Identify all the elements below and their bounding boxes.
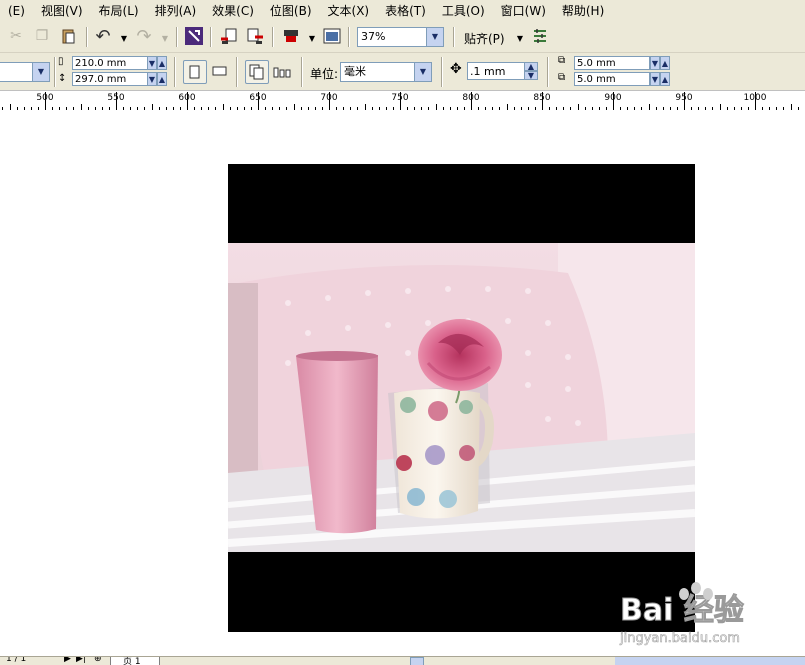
menu-bar: (E)视图(V)布局(L)排列(A)效果(C)位图(B)文本(X)表格(T)工具… — [0, 0, 805, 22]
chevron-down-icon[interactable]: ▼ — [414, 63, 431, 81]
undo-icon[interactable]: ↶ — [93, 26, 113, 46]
copy-icon[interactable]: ❐ — [32, 26, 52, 46]
landscape-button[interactable] — [210, 61, 230, 81]
property-bar: ▼ ▯ ↕ 210.0 mm ▼ ▲ 297.0 mm ▼ ▲ 单位: 毫米 ▼… — [0, 53, 805, 90]
menu-item-3[interactable]: 排列(A) — [147, 1, 205, 21]
chevron-down-icon[interactable]: ▼ — [524, 71, 538, 80]
menu-item-1[interactable]: 视图(V) — [33, 1, 91, 21]
next-page-icon[interactable]: ▶ — [64, 656, 71, 664]
chevron-down-icon[interactable]: ▼ — [147, 56, 157, 70]
ruler-tick — [400, 92, 401, 110]
toolbar-separator — [210, 27, 212, 47]
snap-to-button[interactable]: 贴齐(P) — [464, 30, 505, 47]
page-height-icon: ↕ — [58, 73, 66, 84]
horizontal-ruler[interactable]: 5005506006507007508008509009501000 — [0, 90, 805, 111]
chevron-up-icon[interactable]: ▲ — [157, 72, 167, 86]
menu-item-8[interactable]: 工具(O) — [434, 1, 493, 21]
cut-icon[interactable]: ✂ — [6, 26, 26, 46]
menu-item-2[interactable]: 布局(L) — [91, 1, 147, 21]
chevron-down-icon[interactable]: ▼ — [426, 28, 443, 46]
search-content-icon[interactable] — [184, 26, 204, 46]
zoom-level-combo[interactable]: 37% ▼ — [357, 27, 444, 47]
snap-dropdown-icon[interactable]: ▼ — [510, 28, 530, 48]
ruler-tick — [187, 92, 188, 110]
duplicate-x-input[interactable]: 5.0 mm — [574, 56, 650, 70]
toolbar-separator — [348, 27, 350, 47]
application-launcher-icon[interactable] — [281, 26, 301, 46]
toolbar-separator — [301, 57, 303, 87]
chevron-up-icon[interactable]: ▲ — [660, 56, 670, 70]
ruler-tick — [116, 92, 117, 110]
ruler-tick — [542, 92, 543, 110]
menu-item-5[interactable]: 位图(B) — [262, 1, 320, 21]
standard-toolbar: ✂ ❐ ↶ ▼ ↷ ▼ ▼ 37% ▼ 贴齐(P) ▼ — [0, 22, 805, 53]
toolbar-separator — [54, 57, 56, 87]
ruler-tick — [684, 92, 685, 110]
welcome-screen-icon[interactable] — [322, 26, 342, 46]
page-height-input[interactable]: 297.0 mm — [72, 72, 148, 86]
toolbar-separator — [174, 57, 176, 87]
nudge-distance-input[interactable]: .1 mm — [467, 62, 525, 80]
paste-icon[interactable] — [58, 26, 78, 46]
options-icon[interactable] — [530, 26, 550, 46]
undo-dropdown-icon[interactable]: ▼ — [114, 28, 134, 48]
units-label: 单位: — [310, 65, 338, 82]
chevron-down-icon[interactable]: ▼ — [650, 72, 660, 86]
menu-item-6[interactable]: 文本(X) — [320, 1, 378, 21]
import-icon[interactable] — [219, 26, 239, 46]
toolbar-separator — [176, 27, 178, 47]
chevron-down-icon[interactable]: ▼ — [650, 56, 660, 70]
ruler-tick — [329, 92, 330, 110]
duplicate-x-icon: ⧉ — [558, 55, 565, 66]
page-counter: 1 / 1 — [6, 656, 26, 664]
ruler-tick — [755, 92, 756, 110]
drawing-canvas[interactable] — [0, 110, 805, 656]
zoom-level-value: 37% — [361, 30, 385, 43]
all-pages-icon[interactable] — [245, 60, 269, 84]
photo-image[interactable] — [228, 243, 695, 552]
toolbar-separator — [441, 57, 443, 87]
chevron-up-icon[interactable]: ▲ — [157, 56, 167, 70]
chevron-up-icon[interactable]: ▲ — [660, 72, 670, 86]
toolbar-separator — [236, 57, 238, 87]
units-value: 毫米 — [344, 65, 366, 78]
chevron-down-icon[interactable]: ▼ — [32, 63, 49, 81]
page-width-icon: ▯ — [58, 56, 64, 67]
baidu-jingyan-watermark: Bai 经验 jingyan.baidu.com — [618, 578, 768, 648]
export-icon[interactable] — [245, 26, 265, 46]
nudge-icon: ✥ — [450, 61, 462, 77]
paper-type-combo[interactable]: ▼ — [0, 62, 50, 82]
document-page[interactable] — [228, 164, 695, 632]
menu-item-0[interactable]: (E) — [0, 1, 33, 21]
toolbar-separator — [547, 57, 549, 87]
ruler-tick — [471, 92, 472, 110]
ruler-tick — [613, 92, 614, 110]
toolbar-separator — [86, 27, 88, 47]
ruler-tick — [45, 92, 46, 110]
page-width-input[interactable]: 210.0 mm — [72, 56, 148, 70]
menu-item-10[interactable]: 帮助(H) — [554, 1, 612, 21]
current-page-icon[interactable] — [272, 61, 292, 81]
menu-item-4[interactable]: 效果(C) — [204, 1, 262, 21]
duplicate-y-icon: ⧉ — [558, 72, 565, 83]
menu-item-9[interactable]: 窗口(W) — [493, 1, 554, 21]
launcher-dropdown-icon[interactable]: ▼ — [302, 28, 322, 48]
ruler-tick — [258, 92, 259, 110]
toolbar-separator — [453, 27, 455, 47]
toolbar-separator — [272, 27, 274, 47]
last-page-icon[interactable]: ▶| — [76, 656, 86, 664]
menu-item-7[interactable]: 表格(T) — [377, 1, 434, 21]
redo-dropdown-icon[interactable]: ▼ — [155, 28, 175, 48]
units-combo[interactable]: 毫米 ▼ — [340, 62, 432, 82]
duplicate-y-input[interactable]: 5.0 mm — [574, 72, 650, 86]
watermark-url: jingyan.baidu.com — [619, 631, 740, 646]
portrait-button[interactable] — [183, 60, 207, 84]
chevron-down-icon[interactable]: ▼ — [147, 72, 157, 86]
chevron-up-icon[interactable]: ▲ — [524, 62, 538, 71]
redo-icon[interactable]: ↷ — [134, 26, 154, 46]
add-page-icon[interactable]: ⊕ — [94, 656, 102, 664]
